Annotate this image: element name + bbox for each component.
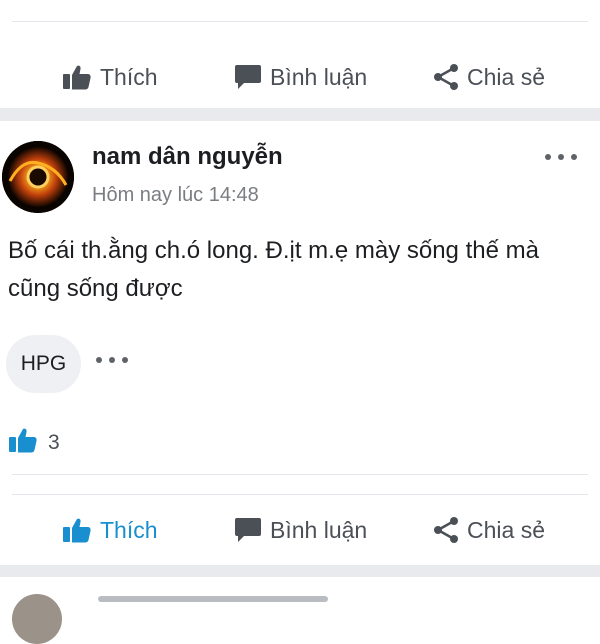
like-count: 3: [48, 431, 60, 454]
more-dot: [122, 357, 128, 363]
more-dots-icon: [96, 357, 102, 363]
post-action-bar: Thích Bình luận Chia sẻ: [0, 495, 600, 565]
top-share-button[interactable]: Chia sẻ: [433, 63, 545, 91]
thumbs-up-icon: [8, 427, 38, 459]
like-label: Thích: [100, 516, 158, 543]
like-button[interactable]: Thích: [62, 517, 158, 544]
more-dot: [571, 154, 577, 160]
share-icon: [433, 63, 459, 91]
more-dot: [558, 154, 564, 160]
post-stats-divider: [12, 474, 588, 475]
thumbs-up-icon: [62, 517, 92, 543]
share-label: Chia sẻ: [467, 63, 545, 90]
like-label: Thích: [100, 63, 158, 90]
top-post-action-bar: Thích Bình luận Chia sẻ: [0, 42, 600, 112]
comment-label: Bình luận: [270, 63, 368, 90]
feed-separator: [0, 108, 600, 121]
thumbs-up-icon: [62, 64, 92, 90]
stock-tag-chip[interactable]: HPG: [6, 335, 81, 393]
feed-separator: [0, 565, 600, 577]
tag-more-button[interactable]: [96, 357, 128, 363]
comment-icon: [234, 64, 262, 90]
post-more-options-button[interactable]: [545, 150, 585, 164]
comment-button[interactable]: Bình luận: [234, 517, 367, 544]
like-summary[interactable]: 3: [8, 427, 60, 459]
post-body-text: Bố cái th.ằng ch.ó long. Đ.ịt m.ẹ mày số…: [8, 237, 539, 302]
top-comment-button[interactable]: Bình luận: [234, 64, 367, 91]
comment-icon: [234, 517, 262, 543]
post-author[interactable]: nam dân nguyễn: [92, 143, 283, 171]
more-dots-icon: [545, 154, 551, 160]
comment-label: Bình luận: [270, 516, 368, 543]
top-card-divider: [12, 21, 588, 22]
share-icon: [433, 516, 459, 544]
post-timestamp[interactable]: Hôm nay lúc 14:48: [92, 184, 259, 207]
share-button[interactable]: Chia sẻ: [433, 516, 545, 544]
avatar[interactable]: [2, 141, 74, 213]
top-like-button[interactable]: Thích: [62, 64, 158, 91]
share-label: Chia sẻ: [467, 516, 545, 543]
next-post-author-peek: [98, 590, 328, 604]
next-post-avatar[interactable]: [12, 594, 62, 644]
more-dot: [109, 357, 115, 363]
